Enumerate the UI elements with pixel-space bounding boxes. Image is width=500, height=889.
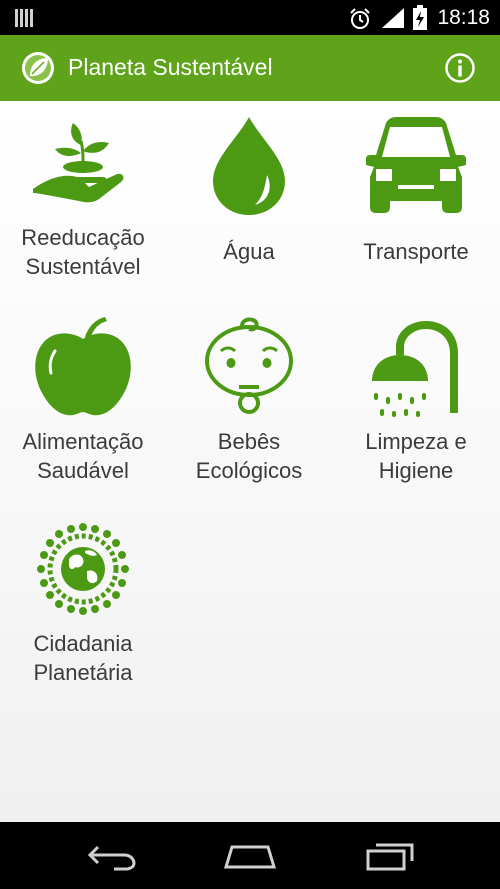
leaf-globe-icon[interactable] xyxy=(20,50,56,86)
tile-agua[interactable]: Água xyxy=(166,101,332,301)
home-icon[interactable] xyxy=(222,839,278,871)
car-icon xyxy=(366,117,466,213)
tile-label: Transporte xyxy=(363,239,469,264)
status-bar: 18:18 xyxy=(0,0,500,35)
baby-face-icon xyxy=(205,317,293,414)
signal-icon xyxy=(382,8,404,28)
apple-icon xyxy=(35,317,131,416)
hand-plant-icon xyxy=(33,123,124,203)
globe-people-icon xyxy=(37,523,129,615)
recent-apps-icon[interactable] xyxy=(362,839,418,871)
status-time: 18:18 xyxy=(437,6,490,29)
tile-alimentacao-saudavel[interactable]: Alimentação Saudável xyxy=(0,303,166,503)
water-drop-icon xyxy=(213,117,285,215)
page-title: Planeta Sustentável xyxy=(68,54,273,80)
notification-icon xyxy=(15,9,33,27)
tile-label: Alimentação Saudável xyxy=(22,429,144,483)
category-grid: Reeducação Sustentável Água Transporte A… xyxy=(0,101,500,822)
navigation-bar xyxy=(0,822,500,889)
tile-limpeza-higiene[interactable]: Limpeza e Higiene xyxy=(333,303,499,503)
battery-charging-icon xyxy=(413,5,427,30)
tile-label: Limpeza e Higiene xyxy=(365,429,467,483)
tile-cidadania-planetaria[interactable]: Cidadania Planetária xyxy=(0,505,166,705)
tile-label: Bebês Ecológicos xyxy=(195,429,303,483)
tile-label: Água xyxy=(223,239,275,264)
action-bar: Planeta Sustentável xyxy=(0,35,500,101)
shower-icon xyxy=(372,321,458,417)
tile-bebes-ecologicos[interactable]: Bebês Ecológicos xyxy=(166,303,332,503)
tile-transporte[interactable]: Transporte xyxy=(333,101,499,301)
tile-label: Cidadania Planetária xyxy=(33,631,133,685)
info-icon[interactable] xyxy=(444,52,476,84)
back-icon[interactable] xyxy=(84,839,140,871)
tile-label: Reeducação Sustentável xyxy=(21,225,145,279)
tile-reeducacao-sustentavel[interactable]: Reeducação Sustentável xyxy=(0,101,166,301)
alarm-clock-icon xyxy=(350,8,370,29)
